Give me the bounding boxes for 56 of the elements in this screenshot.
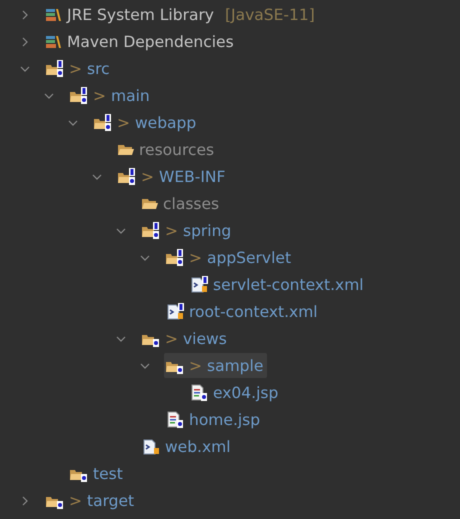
chevron-down-icon[interactable]	[20, 64, 30, 74]
folder-icon	[142, 198, 158, 210]
jsp-file-icon	[166, 411, 184, 428]
xml-file-icon	[190, 276, 208, 293]
outgoing-marker: >	[69, 492, 82, 510]
item-label: Maven Dependencies	[67, 32, 234, 50]
item-label: sample	[207, 356, 264, 374]
item-label: views	[183, 330, 227, 348]
outgoing-marker: >	[141, 168, 154, 186]
item-label: test	[93, 464, 123, 482]
jsp-file-icon	[190, 384, 208, 401]
folder-icon	[118, 168, 136, 185]
item-label: src	[87, 60, 110, 78]
library-version: [JavaSE-11]	[225, 6, 315, 24]
folder-icon	[70, 87, 88, 104]
item-label: appServlet	[207, 248, 292, 266]
item-label: ex04.jsp	[213, 384, 278, 402]
library-icon	[46, 8, 62, 22]
chevron-down-icon[interactable]	[68, 118, 78, 128]
item-label: root-context.xml	[189, 302, 318, 320]
xml-file-icon	[142, 438, 160, 455]
item-label: spring	[183, 222, 232, 240]
library-icon	[46, 34, 62, 48]
item-label: servlet-context.xml	[213, 276, 364, 294]
item-label: target	[87, 492, 134, 510]
item-label: classes	[163, 194, 220, 212]
folder-icon	[118, 144, 134, 156]
chevron-down-icon[interactable]	[92, 172, 102, 182]
chevron-down-icon[interactable]	[140, 252, 150, 262]
item-label: web.xml	[165, 438, 231, 456]
tree-item[interactable]: > sample	[164, 353, 268, 378]
outgoing-marker: >	[69, 60, 82, 78]
folder-icon	[142, 222, 160, 239]
chevron-down-icon[interactable]	[116, 334, 126, 344]
outgoing-marker: >	[117, 114, 130, 132]
chevron-right-icon[interactable]	[20, 496, 30, 506]
item-label: WEB-INF	[159, 168, 226, 186]
chevron-right-icon[interactable]	[20, 10, 30, 20]
xml-file-icon	[166, 303, 184, 320]
item-label: resources	[139, 140, 214, 158]
outgoing-marker: >	[165, 330, 178, 348]
outgoing-marker: >	[165, 222, 178, 240]
item-label: JRE System Library	[67, 6, 214, 24]
outgoing-marker: >	[189, 248, 202, 266]
item-label: home.jsp	[189, 410, 260, 428]
item-label: webapp	[135, 114, 196, 132]
chevron-right-icon[interactable]	[20, 36, 30, 46]
folder-icon	[94, 114, 112, 131]
folder-icon	[166, 249, 184, 266]
chevron-down-icon[interactable]	[44, 90, 54, 100]
outgoing-marker: >	[93, 86, 106, 104]
chevron-down-icon[interactable]	[140, 360, 150, 370]
folder-icon	[46, 60, 64, 77]
chevron-down-icon[interactable]	[116, 226, 126, 236]
item-label: main	[111, 86, 150, 104]
outgoing-marker: >	[189, 356, 202, 374]
